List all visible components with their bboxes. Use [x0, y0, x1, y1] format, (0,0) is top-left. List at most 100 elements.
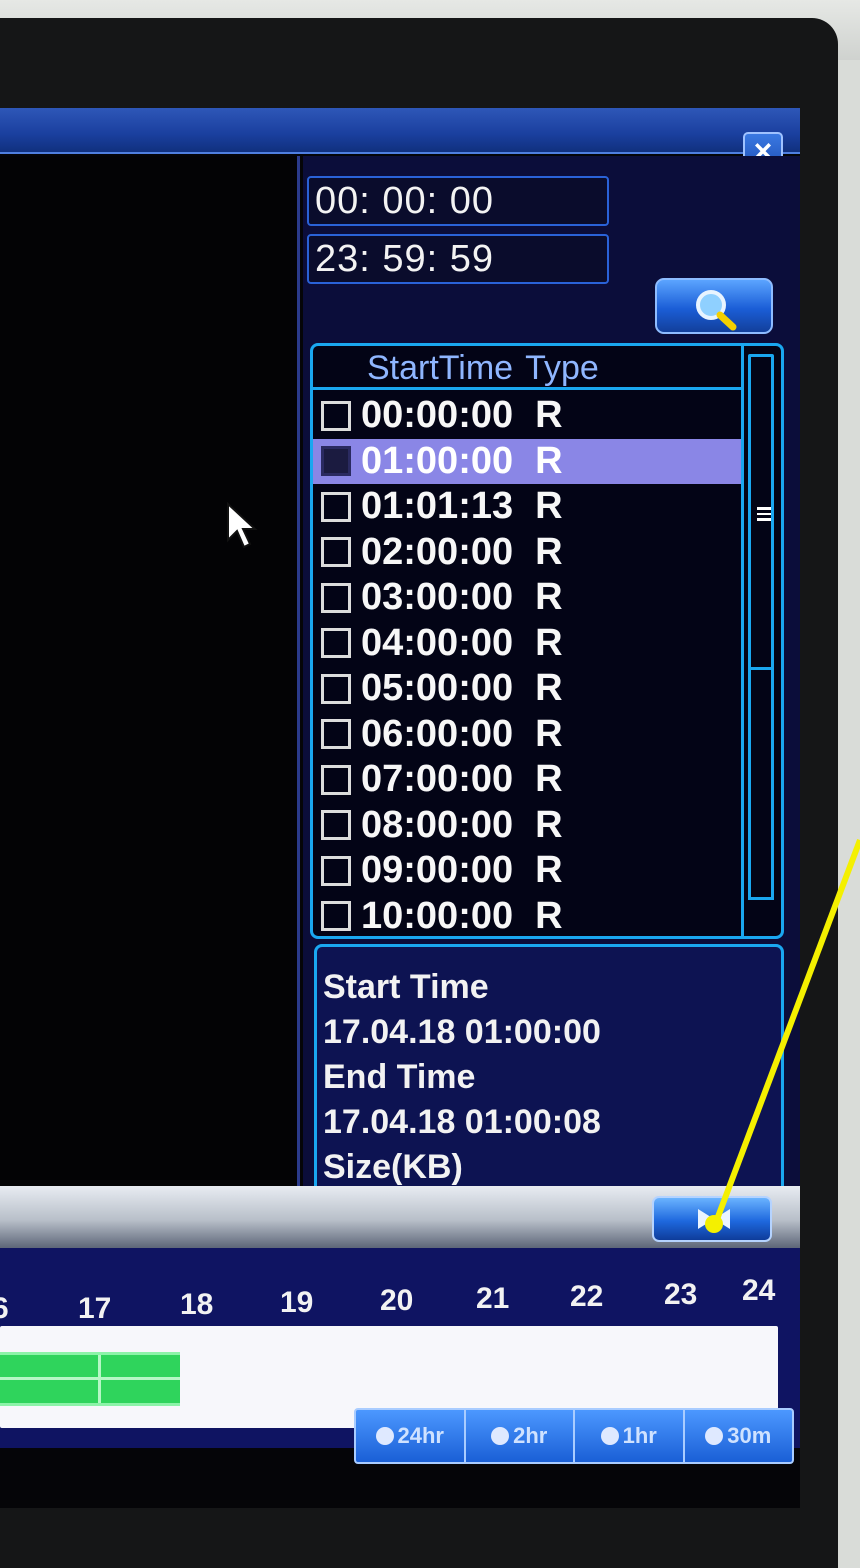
row-start-time: 07:00:00: [361, 758, 514, 801]
zoom-option-label: 30m: [727, 1423, 772, 1448]
timeline-hour-label: 6: [0, 1292, 9, 1325]
video-preview[interactable]: [0, 156, 300, 1186]
end-time-label: End Time: [323, 1058, 476, 1096]
file-list-row[interactable]: 07:00:00 R: [313, 757, 741, 803]
row-type: R: [535, 849, 563, 892]
row-type: R: [535, 894, 563, 937]
file-list-row[interactable]: 05:00:00 R: [313, 666, 741, 712]
radio-dot-icon: [375, 1427, 394, 1445]
row-checkbox[interactable]: [321, 810, 351, 841]
file-list-row[interactable]: 01:00:00 R: [313, 438, 741, 484]
timeline-hour-label: 22: [570, 1280, 604, 1313]
start-time-label: Start Time: [323, 968, 489, 1006]
mouse-cursor-icon: [227, 502, 258, 549]
scrollbar-thumb[interactable]: [748, 354, 774, 670]
row-type: R: [535, 530, 563, 573]
row-checkbox[interactable]: [321, 537, 351, 568]
zoom-option-label: 2hr: [513, 1423, 548, 1448]
row-type: R: [535, 394, 563, 437]
start-time-input[interactable]: 00: 00: 00: [307, 176, 609, 226]
file-list-header: StartTime Type: [313, 346, 741, 390]
size-label: Size(KB): [323, 1148, 463, 1186]
row-type: R: [535, 667, 563, 710]
row-checkbox[interactable]: [321, 673, 351, 704]
scrollbar-track[interactable]: [748, 668, 774, 900]
timeline-hour-label: 21: [476, 1282, 510, 1315]
row-start-time: 01:00:00: [361, 439, 514, 482]
file-list-row[interactable]: 02:00:00 R: [313, 530, 741, 576]
row-checkbox[interactable]: [321, 901, 351, 932]
file-list-row[interactable]: 03:00:00 R: [313, 575, 741, 621]
row-start-time: 04:00:00: [361, 621, 514, 664]
row-checkbox[interactable]: [321, 628, 351, 659]
timeline-hour-label: 19: [280, 1286, 314, 1319]
playback-switch-button[interactable]: [652, 1196, 772, 1242]
row-type: R: [535, 485, 563, 528]
zoom-option-button[interactable]: 30m: [685, 1410, 793, 1462]
row-type: R: [535, 803, 563, 846]
timeline-recorded-segment[interactable]: [0, 1352, 180, 1406]
row-start-time: 02:00:00: [361, 530, 514, 573]
row-checkbox[interactable]: [321, 764, 351, 795]
row-start-time: 10:00:00: [361, 894, 514, 937]
timeline-channel-divider: [0, 1377, 180, 1380]
timeline-hour-label: 20: [380, 1284, 414, 1317]
search-icon: [696, 290, 737, 331]
timeline-zoom-selector: 24hr 2hr 1hr 30m: [354, 1408, 794, 1464]
scroll-grip-icon: [757, 507, 771, 521]
timeline-hour-label: 24: [742, 1274, 776, 1307]
record-file-list: StartTime Type 00:00:00 R 01:00:00 R 01:01:13…: [310, 343, 784, 939]
row-start-time: 06:00:00: [361, 712, 514, 755]
row-checkbox[interactable]: [321, 400, 351, 431]
radio-dot-icon: [491, 1427, 510, 1445]
row-start-time: 00:00:00: [361, 394, 514, 437]
end-time-info: 17.04.18 01:00:08: [323, 1103, 601, 1141]
window-titlebar: [0, 108, 800, 154]
row-checkbox[interactable]: [321, 855, 351, 886]
row-start-time: 05:00:00: [361, 667, 514, 710]
row-start-time: 01:01:13: [361, 485, 514, 528]
file-list-row[interactable]: 01:01:13 R: [313, 484, 741, 530]
row-type: R: [535, 439, 563, 482]
timeline-hour-divider: [98, 1355, 101, 1403]
search-panel: 00: 00: 00 23: 59: 59 StartTime Type 00:0…: [303, 156, 800, 1231]
file-list-row[interactable]: 08:00:00 R: [313, 803, 741, 849]
file-list-row[interactable]: 10:00:00 R: [313, 894, 741, 937]
timeline-hour-label: 23: [664, 1278, 698, 1311]
timeline-hour-label: 17: [78, 1292, 112, 1325]
file-list-rows: 00:00:00 R 01:00:00 R 01:01:13 R 02:00:00 R 03:0…: [313, 393, 741, 937]
zoom-option-button[interactable]: 1hr: [575, 1410, 685, 1462]
file-list-row[interactable]: 04:00:00 R: [313, 621, 741, 667]
playback-toolbar: [0, 1186, 800, 1248]
row-checkbox[interactable]: [321, 491, 351, 522]
row-start-time: 09:00:00: [361, 849, 514, 892]
row-checkbox[interactable]: [321, 719, 351, 750]
zoom-option-label: 1hr: [622, 1423, 657, 1448]
skip-icon: [698, 1209, 730, 1229]
end-time-input[interactable]: 23: 59: 59: [307, 234, 609, 284]
row-type: R: [535, 758, 563, 801]
column-header-type: Type: [525, 349, 599, 387]
zoom-option-label: 24hr: [397, 1423, 444, 1448]
start-time-value: 00: 00: 00: [315, 180, 495, 222]
timeline-hour-label: 18: [180, 1288, 214, 1321]
file-list-row[interactable]: 09:00:00 R: [313, 848, 741, 894]
zoom-option-button[interactable]: 24hr: [356, 1410, 466, 1462]
row-checkbox[interactable]: [321, 446, 351, 477]
row-type: R: [535, 712, 563, 755]
row-type: R: [535, 576, 563, 619]
column-header-starttime: StartTime: [367, 349, 514, 387]
zoom-option-button[interactable]: 2hr: [466, 1410, 575, 1462]
playback-screen: × 00: 00: 00 23: 59: 59 StartTime Type 00…: [0, 108, 800, 1508]
end-time-value: 23: 59: 59: [315, 238, 495, 280]
file-list-scrollbar[interactable]: [741, 346, 781, 936]
start-time-info: 17.04.18 01:00:00: [323, 1013, 601, 1051]
search-button[interactable]: [655, 278, 773, 334]
file-list-row[interactable]: 06:00:00 R: [313, 712, 741, 758]
radio-dot-icon: [705, 1427, 724, 1445]
file-list-row[interactable]: 00:00:00 R: [313, 393, 741, 439]
row-start-time: 08:00:00: [361, 803, 514, 846]
row-checkbox[interactable]: [321, 582, 351, 613]
row-type: R: [535, 621, 563, 664]
radio-dot-icon: [600, 1427, 619, 1445]
